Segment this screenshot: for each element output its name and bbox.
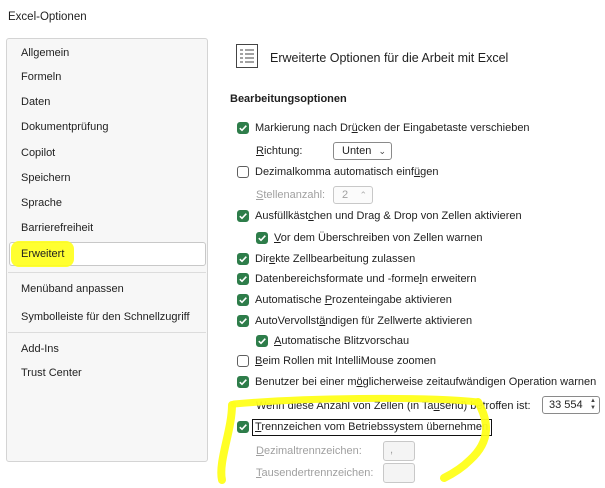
option-label: Markierung nach Dr [255, 122, 352, 134]
option-label: rozenteingabe aktivieren [332, 294, 452, 306]
option-label: ausendertrennzeichen: [261, 467, 374, 479]
option-label: tellenanzahl: [263, 189, 326, 201]
checkbox-checked-icon[interactable] [237, 315, 249, 327]
spinner-arrows-icon[interactable]: ▲ ▼ [590, 398, 596, 412]
checkbox-checked-icon[interactable] [237, 376, 249, 388]
option-label: Benutzer bei einer m [255, 376, 357, 388]
dezimaltrenn-value: , [390, 444, 394, 456]
advanced-options-icon [234, 43, 260, 69]
dezimaltrenn-input[interactable]: , [383, 441, 415, 461]
checkbox-checked-icon[interactable] [256, 232, 268, 244]
accesskey-letter: V [274, 232, 281, 244]
option-label: utomatische Blitzvorschau [281, 335, 410, 347]
option-label: Dir [255, 253, 270, 265]
accesskey-letter: R [256, 145, 264, 157]
option-label: Datenbereichsformate und -forme [255, 273, 420, 285]
spinner-arrows-icon: ⌃ [359, 190, 367, 200]
zellenanzahl-label: Wenn diese Anzahl von Zellen (in Tausend… [256, 397, 531, 415]
sidebar-item-erweitert-label: Erweitert [21, 248, 65, 260]
option-intellimouse-zoom[interactable]: Beim Rollen mit IntelliMouse zoomen [237, 352, 436, 370]
tausendertrenn-label: Tausendertrennzeichen: [256, 464, 373, 482]
zellenanzahl-spinner[interactable]: 33 554 ▲ ▼ [542, 396, 600, 414]
option-markierung[interactable]: Markierung nach Drücken der Eingabetaste… [237, 119, 530, 137]
sidebar-item-schnellzugriff[interactable]: Symbolleiste für den Schnellzugriff [8, 305, 206, 329]
option-label: glicherweise zeitaufwändigen Operation w… [362, 376, 597, 388]
sidebar-item-copilot[interactable]: Copilot [8, 141, 206, 165]
sidebar-item-addins[interactable]: Add-Ins [8, 337, 206, 361]
richtung-select[interactable]: Unten ⌄ [333, 142, 392, 160]
section-title: Bearbeitungsoptionen [230, 93, 347, 105]
checkbox-checked-icon[interactable] [237, 421, 249, 433]
checkbox-checked-icon[interactable] [237, 253, 249, 265]
option-label: ichtung: [263, 145, 303, 157]
option-autovervollstaendigen[interactable]: AutoVervollständigen für Zellwerte aktiv… [237, 312, 472, 330]
option-label: AutoVervollst [255, 315, 320, 327]
stellenanzahl-label: Stellenanzahl: [256, 186, 325, 204]
dezimaltrenn-label: Dezimaltrennzeichen: [256, 442, 362, 460]
option-label: Ausfüllkäst [255, 210, 309, 222]
richtung-value: Unten [342, 145, 372, 157]
option-label: kte Zellbearbeitung zulassen [275, 253, 416, 265]
sidebar-divider [8, 332, 206, 333]
option-dezimalkomma[interactable]: Dezimalkomma automatisch einfügen [237, 163, 438, 181]
checkbox-checked-icon[interactable] [237, 294, 249, 306]
checkbox-checked-icon[interactable] [237, 122, 249, 134]
option-label: ndigen für Zellwerte aktivieren [325, 315, 473, 327]
option-label: cken der Eingabetaste verschieben [357, 122, 530, 134]
checkbox-unchecked-icon[interactable] [237, 166, 249, 178]
sidebar-item-sprache[interactable]: Sprache [8, 191, 206, 215]
option-label: Wenn diese Anzahl von Zellen (in Ta [256, 400, 434, 412]
option-label: Automatische [255, 294, 325, 306]
richtung-label: Richtung: [256, 142, 302, 160]
page-heading: Erweiterte Optionen für die Arbeit mit E… [270, 51, 509, 65]
option-prozenteingabe[interactable]: Automatische Prozenteingabe aktivieren [237, 291, 452, 309]
option-ausfuellkaestchen[interactable]: Ausfüllkästchen und Drag & Drop von Zell… [237, 207, 522, 225]
checkbox-checked-icon[interactable] [237, 273, 249, 285]
option-label: or dem Überschreiben von Zellen warnen [280, 232, 483, 244]
sidebar-divider [8, 272, 206, 273]
sidebar-item-allgemein[interactable]: Allgemein [8, 41, 206, 65]
option-direkte-zellbearbeitung[interactable]: Direkte Zellbearbeitung zulassen [237, 250, 415, 268]
option-operation-warnen[interactable]: Benutzer bei einer möglicherweise zeitau… [237, 373, 596, 391]
sidebar-item-menueband[interactable]: Menüband anpassen [8, 277, 206, 301]
option-label: eim Rollen mit IntelliMouse zoomen [262, 355, 436, 367]
sidebar-item-speichern[interactable]: Speichern [8, 166, 206, 190]
zellenanzahl-value: 33 554 [549, 399, 583, 411]
checkbox-checked-icon[interactable] [256, 335, 268, 347]
option-label: hen und Drag & Drop von Zellen aktiviere… [313, 210, 522, 222]
accesskey-letter: D [256, 445, 264, 457]
tausendertrenn-input[interactable] [383, 463, 415, 483]
option-label: gen [420, 166, 439, 178]
option-ueberschreiben-warnen[interactable]: Vor dem Überschreiben von Zellen warnen [256, 229, 483, 247]
option-datenbereichsformate[interactable]: Datenbereichsformate und -formeln erweit… [237, 270, 476, 288]
stellenanzahl-value: 2 [342, 189, 349, 201]
sidebar-item-trustcenter[interactable]: Trust Center [8, 361, 206, 385]
chevron-down-icon: ⌄ [378, 146, 386, 156]
stellenanzahl-spinner[interactable]: 2 ⌃ [333, 186, 373, 204]
option-label: Dezimalkomma automatisch einf [255, 166, 414, 178]
option-label: rennzeichen vom Betriebssystem übernehme… [261, 421, 489, 433]
option-label: send) betroffen ist: [439, 400, 531, 412]
window-title: Excel-Optionen [8, 11, 87, 23]
checkbox-unchecked-icon[interactable] [237, 355, 249, 367]
accesskey-letter: P [324, 294, 333, 306]
option-label: ezimaltrennzeichen: [263, 445, 362, 457]
sidebar-item-barrierefreiheit[interactable]: Barrierefreiheit [8, 216, 206, 240]
option-blitzvorschau[interactable]: Automatische Blitzvorschau [256, 332, 409, 350]
option-label: n erweitern [421, 273, 477, 285]
sidebar-item-formeln[interactable]: Formeln [8, 65, 206, 89]
option-trennzeichen-system[interactable]: Trennzeichen vom Betriebssystem übernehm… [237, 418, 488, 436]
sidebar-item-daten[interactable]: Daten [8, 90, 206, 114]
checkbox-checked-icon[interactable] [237, 210, 249, 222]
sidebar-item-dokumentpruefung[interactable]: Dokumentprüfung [8, 115, 206, 139]
